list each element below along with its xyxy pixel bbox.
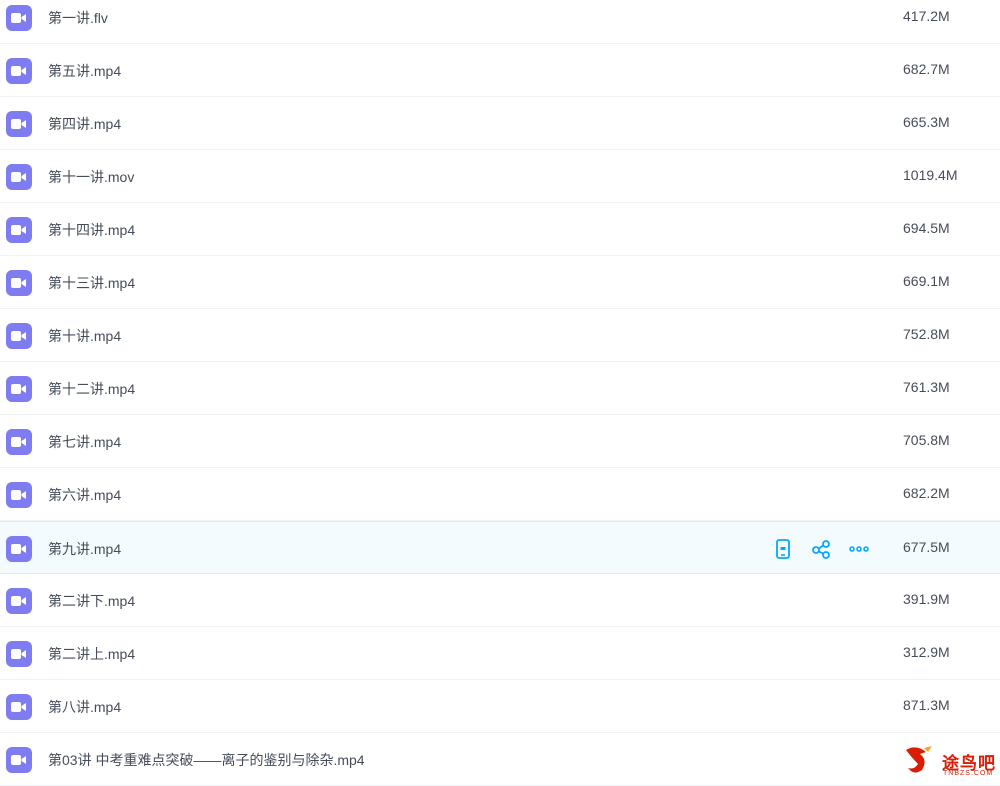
video-file-icon xyxy=(6,58,32,84)
video-file-icon xyxy=(6,164,32,190)
file-name[interactable]: 第十二讲.mp4 xyxy=(48,379,135,399)
video-file-icon xyxy=(6,217,32,243)
file-size: 752.8M xyxy=(903,326,950,342)
share-icon[interactable] xyxy=(810,538,832,560)
video-file-icon xyxy=(6,5,32,31)
file-size: 682.7M xyxy=(903,61,950,77)
file-row[interactable]: 第十四讲.mp4 694.5M xyxy=(0,203,1000,256)
file-name[interactable]: 第八讲.mp4 xyxy=(48,697,121,717)
file-name[interactable]: 第七讲.mp4 xyxy=(48,432,121,452)
file-name[interactable]: 第十三讲.mp4 xyxy=(48,273,135,293)
watermark-logo: 途鸟吧 TNBZS.COM xyxy=(900,740,1000,781)
file-size: 682.2M xyxy=(903,485,950,501)
file-row[interactable]: 第十一讲.mov 1019.4M xyxy=(0,150,1000,203)
phone-icon[interactable] xyxy=(772,538,794,560)
video-file-icon xyxy=(6,482,32,508)
file-name[interactable]: 第一讲.flv xyxy=(48,8,108,28)
file-row[interactable]: 第二讲上.mp4 312.9M xyxy=(0,627,1000,680)
file-row[interactable]: 第十三讲.mp4 669.1M xyxy=(0,256,1000,309)
video-file-icon xyxy=(6,694,32,720)
file-size: 391.9M xyxy=(903,591,950,607)
file-row[interactable]: 第九讲.mp4 677.5M xyxy=(0,521,1000,574)
file-row[interactable]: 第五讲.mp4 682.7M xyxy=(0,44,1000,97)
file-name[interactable]: 第九讲.mp4 xyxy=(48,539,121,559)
file-size: 1019.4M xyxy=(903,167,958,183)
file-size: 665.3M xyxy=(903,114,950,130)
file-name[interactable]: 第五讲.mp4 xyxy=(48,61,121,81)
file-name[interactable]: 第二讲下.mp4 xyxy=(48,591,135,611)
video-file-icon xyxy=(6,536,32,562)
file-name[interactable]: 第03讲 中考重难点突破——离子的鉴别与除杂.mp4 xyxy=(48,750,365,770)
file-name[interactable]: 第六讲.mp4 xyxy=(48,485,121,505)
file-row[interactable]: 第03讲 中考重难点突破——离子的鉴别与除杂.mp4 xyxy=(0,733,1000,786)
file-name[interactable]: 第十讲.mp4 xyxy=(48,326,121,346)
video-file-icon xyxy=(6,323,32,349)
file-size: 417.2M xyxy=(903,8,950,24)
file-name[interactable]: 第十四讲.mp4 xyxy=(48,220,135,240)
video-file-icon xyxy=(6,641,32,667)
file-size: 677.5M xyxy=(903,539,950,555)
file-row[interactable]: 第一讲.flv 417.2M xyxy=(0,0,1000,44)
video-file-icon xyxy=(6,111,32,137)
video-file-icon xyxy=(6,747,32,773)
file-size: 761.3M xyxy=(903,379,950,395)
watermark-subtext: TNBZS.COM xyxy=(943,770,994,777)
file-row[interactable]: 第六讲.mp4 682.2M xyxy=(0,468,1000,521)
more-icon[interactable] xyxy=(848,538,870,560)
file-size: 871.3M xyxy=(903,697,950,713)
file-size: 694.5M xyxy=(903,220,950,236)
file-row[interactable]: 第十讲.mp4 752.8M xyxy=(0,309,1000,362)
file-row[interactable]: 第七讲.mp4 705.8M xyxy=(0,415,1000,468)
file-row[interactable]: 第八讲.mp4 871.3M xyxy=(0,680,1000,733)
file-row[interactable]: 第二讲下.mp4 391.9M xyxy=(0,574,1000,627)
file-list: 第一讲.flv 417.2M 第五讲.mp4 682.7M 第四讲.mp4 665.3M 第… xyxy=(0,0,1000,786)
video-file-icon xyxy=(6,270,32,296)
file-row[interactable]: 第四讲.mp4 665.3M xyxy=(0,97,1000,150)
video-file-icon xyxy=(6,429,32,455)
file-size: 312.9M xyxy=(903,644,950,660)
file-size: 669.1M xyxy=(903,273,950,289)
video-file-icon xyxy=(6,376,32,402)
bird-logo-icon xyxy=(906,746,932,773)
file-row[interactable]: 第十二讲.mp4 761.3M xyxy=(0,362,1000,415)
file-name[interactable]: 第二讲上.mp4 xyxy=(48,644,135,664)
video-file-icon xyxy=(6,588,32,614)
file-name[interactable]: 第十一讲.mov xyxy=(48,167,134,187)
file-name[interactable]: 第四讲.mp4 xyxy=(48,114,121,134)
file-size: 705.8M xyxy=(903,432,950,448)
